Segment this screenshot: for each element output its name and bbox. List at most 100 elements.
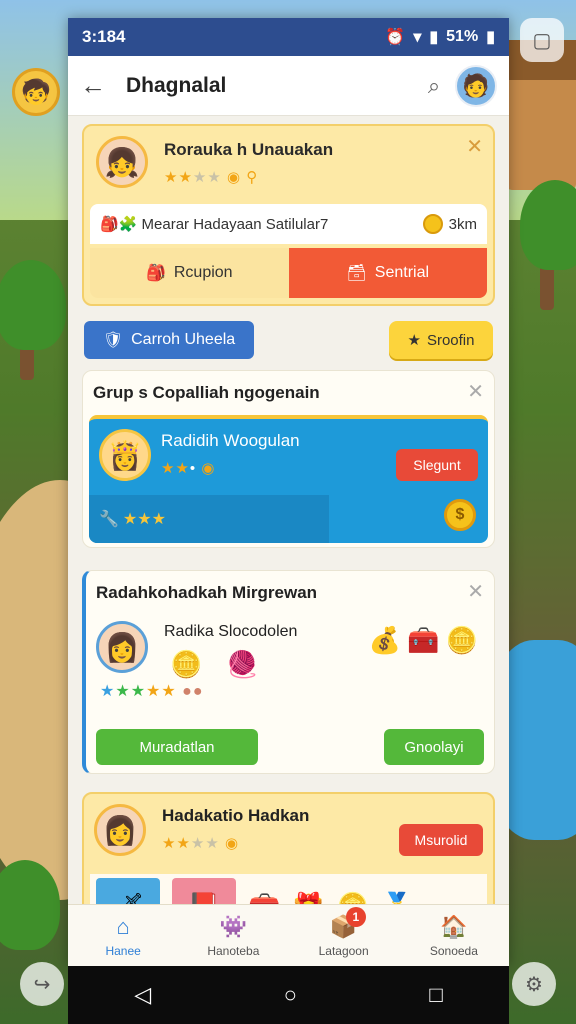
nav-inventory-label: Latagoon (318, 943, 369, 958)
promo-chip[interactable]: ★ Sroofin (389, 321, 493, 359)
filter-chip-label: Carroh Uheela (131, 331, 236, 348)
nav-inventory[interactable]: 📦 Latagoon 1 (289, 905, 399, 966)
quest-card-3: Radahkohadkah Mirgrewan ✕ 👩 Radika Sloco… (82, 570, 495, 774)
coin-icon (422, 214, 443, 234)
page-title: Dhagnalal (126, 73, 227, 97)
palm-tree (520, 180, 576, 270)
distance-value: 3km (448, 215, 477, 233)
app-bar: ← Dhagnalal ⌕ 🧑 (68, 56, 509, 116)
content-scroll[interactable]: 👧 Rorauka h Unauakan ★★★★ ◉ ⚲ ✕ 🎒🧩 Meara… (68, 116, 509, 904)
secondary-action-button[interactable]: Gnoolayi (384, 729, 484, 765)
signal-icon: ▮ (429, 29, 439, 46)
search-icon[interactable]: ⌕ (413, 73, 455, 99)
back-triangle-icon[interactable]: ◁ (134, 982, 151, 1008)
nav-village-label: Sonoeda (429, 943, 478, 958)
star-icon: ★ (407, 332, 421, 349)
fabric-icon: 🧶 (226, 649, 259, 679)
close-icon[interactable]: ✕ (467, 579, 484, 604)
bonus-stars: ★★★ (122, 511, 166, 528)
settings-gear-icon[interactable]: ⚙ (512, 962, 556, 1006)
star-rating: ★★• ◉ (161, 460, 216, 477)
backpack-icon: 🎒 (145, 265, 166, 282)
coins-icon: 🪙 (337, 891, 369, 905)
quest-info-row: 🎒🧩 Mearar Hadayaan Satilular7 3km (90, 204, 487, 244)
star-rating: ★★★★★ ●● (100, 683, 204, 700)
item-strip[interactable]: 🗡 📕 🧰 🎁 🪙 🥇 (90, 874, 487, 904)
status-time: 3:184 (82, 27, 126, 46)
nav-home[interactable]: ⌂ Hanee (68, 905, 178, 966)
character-portrait: 👩 (96, 621, 148, 673)
home-circle-icon[interactable]: ○ (284, 982, 297, 1008)
promo-chip-label: Sroofin (426, 331, 475, 349)
coins-icon: 🪙 (170, 649, 203, 679)
star-rating: ★★★★ ◉ (162, 835, 240, 852)
character-portrait: 👸 (99, 429, 151, 481)
nav-village[interactable]: 🏠 Sonoeda (399, 905, 509, 966)
battery-icon: ▮ (486, 29, 495, 46)
chest-icon: 🧰 (248, 891, 280, 905)
profile-avatar[interactable]: 🧑 (455, 64, 497, 107)
card2-heading: Grup s Copalliah ngogenain (93, 383, 320, 402)
box-icon: 🗃 (346, 265, 367, 282)
shield-icon: 🛡 (102, 332, 124, 349)
card2-action-button[interactable]: Slegunt (396, 449, 478, 481)
character-name: Radika Slocodolen (164, 623, 298, 640)
menu-square-icon[interactable]: ▢ (520, 18, 564, 62)
character-portrait: 👩 (94, 804, 146, 856)
sword-tile-icon[interactable]: 🗡 (96, 878, 160, 904)
recents-square-icon[interactable]: □ (429, 982, 442, 1008)
quest-info-text: Mearar Hadayaan Satilular7 (141, 215, 329, 233)
wifi-icon: ▾ (413, 29, 422, 46)
send-button[interactable]: 🗃 Sentrial (288, 248, 487, 298)
reception-label: Rcupion (173, 264, 233, 281)
quest-card-4: 👩 Hadakatio Hadkan ★★★★ ◉ Msurolid 🗡 📕 🧰… (82, 792, 495, 904)
notification-badge: 1 (345, 907, 366, 927)
palm-tree (0, 260, 66, 350)
house-icon: 🏠 (440, 913, 468, 939)
star-rating: ★★★★ ◉ ⚲ (164, 169, 259, 186)
coins-icon: 💰 (368, 625, 402, 655)
send-label: Sentrial (374, 264, 430, 281)
card1-buttons: 🎒 Rcupion 🗃 Sentrial (90, 248, 487, 298)
share-icon[interactable]: ↪ (20, 962, 64, 1006)
phone-panel: 3:184 ⏰ ▾ ▮ 51% ▮ ← Dhagnalal ⌕ 🧑 👧 Rora… (68, 18, 509, 966)
back-arrow-icon[interactable]: ← (80, 70, 116, 101)
home-icon: ⌂ (116, 913, 130, 939)
nav-home-label: Hanee (105, 943, 141, 958)
quest-card-1: 👧 Rorauka h Unauakan ★★★★ ◉ ⚲ ✕ 🎒🧩 Meara… (82, 124, 495, 306)
close-icon[interactable]: ✕ (466, 134, 483, 159)
player-avatar-icon[interactable]: 🧒 (12, 68, 60, 116)
quest-card-2: Grup s Copalliah ngogenain ✕ 👸 Radidih W… (82, 370, 495, 548)
gold-coin-icon[interactable]: $ (444, 499, 476, 531)
monster-icon: 👾 (219, 913, 248, 939)
reception-button[interactable]: 🎒 Rcupion (90, 248, 289, 298)
reward-items: 🪙 🧶 (170, 649, 259, 680)
chest-icon: 🎁 (292, 891, 324, 905)
status-icons: ⏰ ▾ ▮ 51% ▮ (385, 27, 495, 47)
distance: 3km (422, 214, 477, 234)
alarm-icon: ⏰ (385, 29, 406, 46)
character-name: Rorauka h Unauakan (164, 140, 334, 159)
book-tile-icon[interactable]: 📕 (172, 878, 236, 904)
system-nav-bar: ◁ ○ □ (68, 966, 509, 1024)
bottom-nav: ⌂ Hanee 👾 Hanoteba 📦 Latagoon 1 🏠 Sonoed… (68, 904, 509, 966)
card2-highlight: 👸 Radidih Woogulan ★★• ◉ Slegunt 🔧 ★★★ $ (89, 415, 488, 543)
card3-heading: Radahkohadkah Mirgrewan (96, 583, 318, 602)
coins-icon: 🥇 (381, 891, 413, 905)
battery-level: 51% (446, 28, 479, 45)
card4-action-button[interactable]: Msurolid (399, 824, 483, 856)
nav-monsters[interactable]: 👾 Hanoteba (178, 905, 288, 966)
character-name: Hadakatio Hadkan (162, 806, 310, 825)
character-name: Radidih Woogulan (161, 431, 300, 450)
primary-action-button[interactable]: Muradatlan (96, 729, 258, 765)
filter-chip[interactable]: 🛡 Carroh Uheela (84, 321, 254, 359)
character-portrait: 👧 (96, 136, 148, 188)
hut (496, 40, 576, 190)
status-bar: 3:184 ⏰ ▾ ▮ 51% ▮ (68, 18, 509, 56)
nav-monsters-label: Hanoteba (207, 943, 260, 958)
card2-lower: 🔧 ★★★ (89, 495, 329, 543)
close-icon[interactable]: ✕ (467, 379, 484, 404)
wrench-icon: 🔧 (99, 511, 119, 528)
quest-icons: 🎒🧩 (100, 216, 142, 233)
chest-icon: 🧰 (407, 625, 440, 655)
